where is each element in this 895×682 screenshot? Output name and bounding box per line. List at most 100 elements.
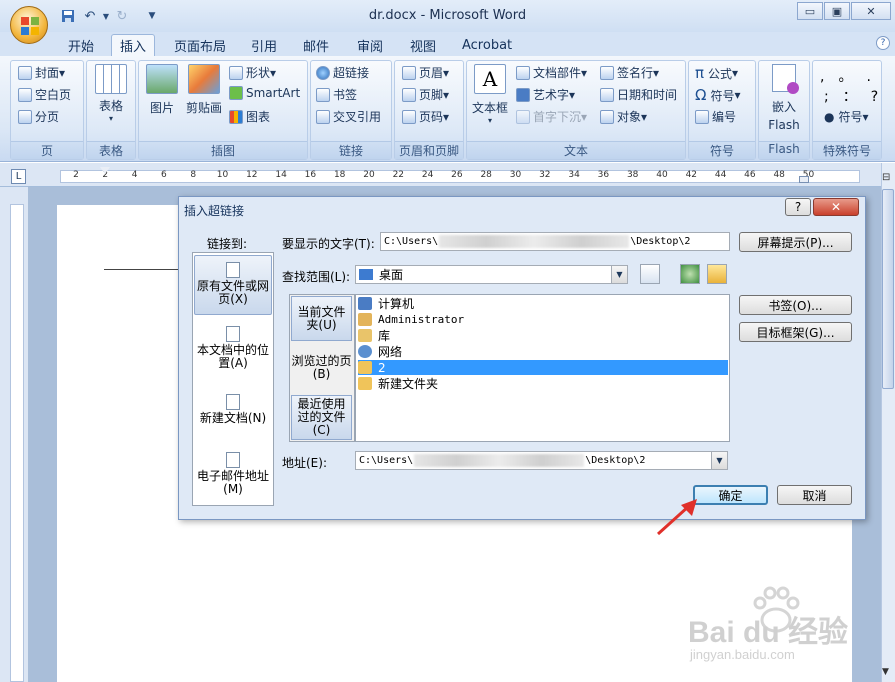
right-indent-marker[interactable] — [799, 176, 809, 183]
nav-email-address[interactable]: 电子邮件地址(M) — [194, 452, 272, 500]
shapes-button[interactable]: 形状 ▾ — [229, 64, 276, 81]
address-dropdown-icon[interactable]: ▼ — [711, 452, 727, 469]
blank-page-button[interactable]: 空白页 — [18, 86, 71, 103]
minimize-button[interactable]: ▭ — [797, 2, 823, 20]
first-line-indent-marker[interactable] — [100, 167, 110, 174]
tab-references[interactable]: 引用 — [243, 34, 285, 56]
hyperlink-button[interactable]: 超链接 — [316, 64, 369, 81]
ok-button[interactable]: 确定 — [693, 485, 768, 505]
smartart-button[interactable]: SmartArt — [229, 86, 300, 100]
nav-existing-file[interactable]: 原有文件或网页(X) — [194, 255, 272, 315]
dialog-help-button[interactable]: ? — [785, 198, 811, 216]
quick-parts-button[interactable]: 文档部件 ▾ — [516, 64, 587, 81]
ruler-number: 44 — [714, 170, 727, 180]
page-number-button[interactable]: 页码 ▾ — [402, 108, 449, 125]
nav-new-document[interactable]: 新建文档(N) — [194, 394, 272, 428]
tab-page-layout[interactable]: 页面布局 — [166, 34, 234, 56]
vertical-ruler-strip — [10, 204, 24, 682]
chart-button[interactable]: 图表 — [229, 108, 270, 125]
group-label: 表格 — [87, 141, 135, 159]
file-item-computer[interactable]: 计算机 — [358, 296, 728, 311]
group-label: 页眉和页脚 — [395, 141, 463, 159]
sub-nav-browsed-pages[interactable]: 浏览过的页(B) — [291, 345, 352, 390]
tab-review[interactable]: 审阅 — [349, 34, 391, 56]
drop-cap-icon — [516, 109, 530, 124]
signature-line-button[interactable]: 签名行 ▾ — [600, 64, 659, 81]
embed-flash-button[interactable]: 嵌入 Flash — [763, 64, 805, 132]
up-folder-icon[interactable] — [640, 264, 660, 284]
cover-page-button[interactable]: 封面 ▾ — [18, 64, 65, 81]
ruler-number: 14 — [275, 170, 287, 180]
clipart-button[interactable]: 剪贴画 — [184, 64, 224, 116]
bookmark-button[interactable]: 书签 — [316, 86, 357, 103]
watermark-url: jingyan.baidu.com — [690, 647, 795, 662]
equation-button[interactable]: π 公式 ▾ — [695, 64, 738, 82]
tab-acrobat[interactable]: Acrobat — [454, 34, 520, 56]
special-symbol-button[interactable]: ● 符号 ▾ — [824, 108, 869, 125]
numbering-button[interactable]: 编号 — [695, 108, 736, 125]
ruler-number: 36 — [597, 170, 610, 180]
ruler-number: 46 — [744, 170, 756, 180]
ruler-toggle-icon[interactable]: ⊟ — [882, 172, 890, 183]
date-time-button[interactable]: 日期和时间 — [600, 86, 677, 103]
lookin-dropdown-icon[interactable]: ▼ — [611, 266, 627, 283]
picture-button[interactable]: 图片 — [144, 64, 180, 116]
tab-home[interactable]: 开始 — [60, 34, 102, 56]
cross-reference-button[interactable]: 交叉引用 — [316, 108, 381, 125]
dialog-close-button[interactable]: ✕ — [813, 198, 859, 216]
cancel-button[interactable]: 取消 — [777, 485, 852, 505]
ruler-number: 4 — [131, 170, 138, 180]
network-icon — [358, 345, 372, 358]
display-text-input[interactable]: C:\Users\ \Desktop\2 — [380, 232, 730, 251]
group-label: 特殊符号 — [813, 141, 881, 159]
tab-view[interactable]: 视图 — [402, 34, 444, 56]
library-icon — [358, 329, 372, 342]
ruler-number: 34 — [568, 170, 580, 180]
link-to-label: 链接到: — [207, 237, 248, 251]
tab-stop-selector[interactable]: L — [11, 169, 26, 184]
bookmark-icon — [316, 87, 330, 102]
file-item-library[interactable]: 库 — [358, 328, 728, 343]
file-item-administrator[interactable]: Administrator — [358, 312, 728, 327]
sub-nav-current-folder[interactable]: 当前文件夹(U) — [291, 296, 352, 341]
dialog-title: 插入超链接 — [184, 204, 245, 218]
screentip-button[interactable]: 屏幕提示(P)... — [739, 232, 852, 252]
close-window-button[interactable]: ✕ — [851, 2, 891, 20]
symbol-button[interactable]: Ω 符号 ▾ — [695, 86, 741, 104]
group-label: 文本 — [467, 141, 685, 159]
file-item-2[interactable]: 2 — [358, 360, 728, 375]
tab-insert[interactable]: 插入 — [111, 34, 156, 56]
page-break-button[interactable]: 分页 — [18, 108, 59, 125]
textbox-button[interactable]: A 文本框 ▾ — [471, 64, 509, 125]
office-button[interactable] — [10, 6, 48, 44]
drop-cap-button[interactable]: 首字下沉 ▾ — [516, 108, 587, 125]
address-input[interactable]: C:\Users\ \Desktop\2 — [355, 451, 728, 470]
address-label: 地址(E): — [282, 456, 327, 470]
footer-icon — [402, 87, 416, 102]
target-frame-button[interactable]: 目标框架(G)... — [739, 322, 852, 342]
wordart-button[interactable]: 艺术字 ▾ — [516, 86, 575, 103]
help-icon[interactable]: ? — [876, 36, 890, 50]
lookin-select[interactable]: 桌面 — [355, 265, 628, 284]
table-button[interactable]: 表格 ▾ — [92, 64, 130, 123]
scrollbar-thumb[interactable] — [882, 189, 894, 389]
group-label: 链接 — [311, 141, 391, 159]
restore-button[interactable]: ▣ — [824, 2, 850, 20]
object-button[interactable]: 对象 ▾ — [600, 108, 647, 125]
ruler-number: 12 — [246, 170, 258, 180]
header-button[interactable]: 页眉 ▾ — [402, 64, 449, 81]
browse-web-icon[interactable] — [680, 264, 700, 284]
special-symbol-palette-row2[interactable]: ;：? — [824, 86, 892, 106]
group-label: 插图 — [139, 141, 307, 159]
lookin-label: 查找范围(L): — [282, 270, 351, 284]
sub-nav-recent-files[interactable]: 最近使用过的文件(C) — [291, 395, 352, 440]
footer-button[interactable]: 页脚 ▾ — [402, 86, 449, 103]
tab-mailings[interactable]: 邮件 — [295, 34, 337, 56]
bookmark-dialog-button[interactable]: 书签(O)... — [739, 295, 852, 315]
file-item-new-folder[interactable]: 新建文件夹 — [358, 376, 728, 391]
dot-icon: ● — [824, 109, 835, 124]
nav-place-in-document[interactable]: 本文档中的位置(A) — [194, 326, 272, 376]
browse-file-icon[interactable] — [707, 264, 727, 284]
file-item-network[interactable]: 网络 — [358, 344, 728, 359]
special-symbol-palette[interactable]: ,。. — [820, 66, 885, 86]
